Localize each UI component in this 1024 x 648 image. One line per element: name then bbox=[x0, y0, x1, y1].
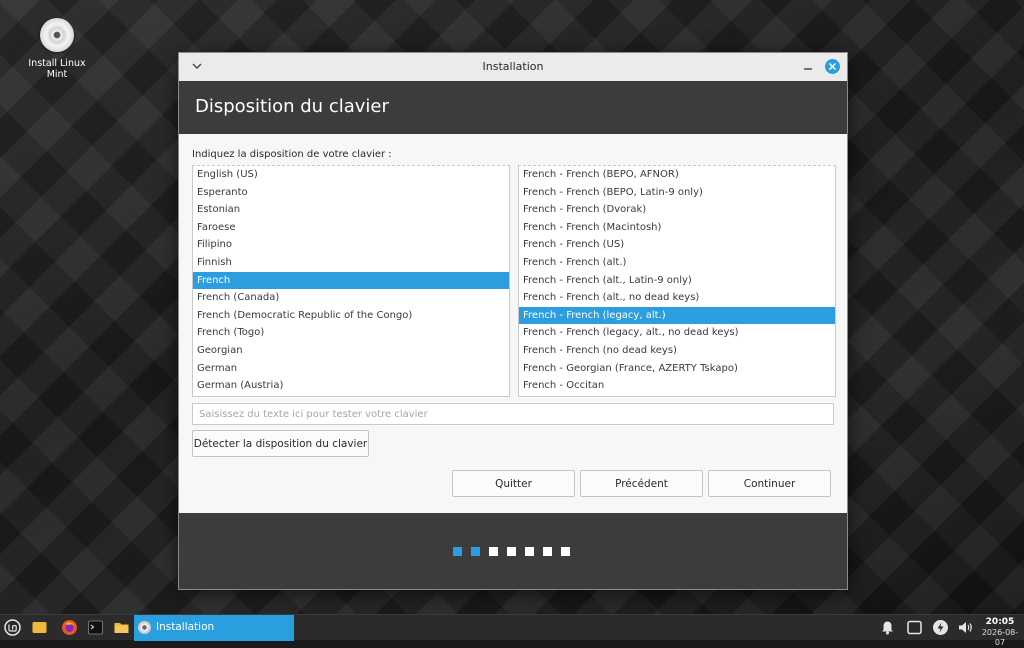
variant-list[interactable]: French - French (BEPO, AFNOR) French - Fr… bbox=[518, 165, 836, 397]
previous-button[interactable]: Précédent bbox=[580, 470, 703, 497]
volume-icon[interactable] bbox=[957, 619, 974, 636]
layout-list-item[interactable]: Filipino bbox=[193, 236, 509, 254]
variant-list-item[interactable]: French - French (alt.) bbox=[519, 254, 835, 272]
page-title: Disposition du clavier bbox=[195, 96, 389, 117]
files-icon[interactable] bbox=[113, 619, 130, 636]
desktop-icon-label: Install Linux Mint bbox=[28, 58, 86, 80]
desktop-icon-install[interactable]: Install Linux Mint bbox=[24, 18, 90, 80]
variant-list-item[interactable]: French - French (US) bbox=[519, 236, 835, 254]
variant-list-item[interactable]: French - Occitan bbox=[519, 377, 835, 395]
terminal-icon[interactable] bbox=[87, 619, 104, 636]
layout-list-item[interactable]: Finnish bbox=[193, 254, 509, 272]
page-header: Disposition du clavier bbox=[179, 81, 847, 134]
variant-list-item[interactable]: French - French (Macintosh) bbox=[519, 219, 835, 237]
notifications-bell-icon[interactable] bbox=[879, 619, 896, 636]
progress-dot bbox=[561, 547, 570, 556]
layout-prompt: Indiquez la disposition de votre clavier… bbox=[192, 149, 392, 160]
minimize-icon[interactable] bbox=[801, 59, 815, 73]
task-label: Installation bbox=[156, 621, 215, 633]
clock-time: 20:05 bbox=[985, 617, 1015, 627]
layout-list[interactable]: English (US) Esperanto Estonian Faroese Fili… bbox=[192, 165, 510, 397]
keyboard-test-input[interactable] bbox=[192, 403, 834, 425]
progress-dot bbox=[453, 547, 462, 556]
quit-button[interactable]: Quitter bbox=[452, 470, 575, 497]
variant-list-item[interactable]: French - French (no dead keys) bbox=[519, 342, 835, 360]
firefox-icon[interactable] bbox=[61, 619, 78, 636]
power-icon[interactable] bbox=[932, 619, 949, 636]
layout-list-item[interactable]: French bbox=[193, 271, 509, 290]
installer-window: Installation Disposition du clavier Indi… bbox=[178, 52, 848, 590]
variant-list-item[interactable]: French - French (alt., Latin-9 only) bbox=[519, 272, 835, 290]
variant-list-item[interactable]: French - French (alt., no dead keys) bbox=[519, 289, 835, 307]
variant-list-item[interactable]: French - French (legacy, alt.) bbox=[519, 306, 835, 325]
progress-dot bbox=[525, 547, 534, 556]
layout-list-item[interactable]: Faroese bbox=[193, 219, 509, 237]
layout-list-item[interactable]: Estonian bbox=[193, 201, 509, 219]
taskbar-task-installation[interactable]: Installation bbox=[134, 615, 294, 641]
layout-list-item[interactable]: French (Canada) bbox=[193, 289, 509, 307]
close-button[interactable] bbox=[825, 59, 840, 74]
clock-date: 2026-08-07 bbox=[981, 628, 1019, 647]
layout-list-item[interactable]: French (Togo) bbox=[193, 324, 509, 342]
taskbar: Installation 20:05 2026-08-07 bbox=[0, 614, 1024, 647]
progress-dot bbox=[471, 547, 480, 556]
progress-dots bbox=[453, 547, 570, 556]
workspace-icon[interactable] bbox=[906, 619, 923, 636]
progress-dot bbox=[489, 547, 498, 556]
variant-list-item[interactable]: French - French (BEPO, AFNOR) bbox=[519, 166, 835, 184]
variant-list-item[interactable]: French - Georgian (France, AZERTY Tskapo… bbox=[519, 360, 835, 378]
cd-icon bbox=[138, 621, 151, 634]
progress-footer bbox=[179, 513, 847, 589]
titlebar[interactable]: Installation bbox=[179, 53, 847, 82]
window-title: Installation bbox=[482, 60, 544, 73]
progress-dot bbox=[507, 547, 516, 556]
cd-icon bbox=[40, 18, 74, 52]
variant-list-item[interactable]: French - French (BEPO, Latin-9 only) bbox=[519, 184, 835, 202]
content-area: Indiquez la disposition de votre clavier… bbox=[179, 134, 847, 513]
layout-list-item[interactable]: German (Austria) bbox=[193, 377, 509, 395]
clock[interactable]: 20:05 2026-08-07 bbox=[978, 617, 1022, 648]
layout-list-item[interactable]: Esperanto bbox=[193, 184, 509, 202]
continue-button[interactable]: Continuer bbox=[708, 470, 831, 497]
mint-menu-icon[interactable] bbox=[4, 619, 21, 636]
variant-list-item[interactable]: French - French (legacy, alt., no dead k… bbox=[519, 324, 835, 342]
layout-list-item[interactable]: English (US) bbox=[193, 166, 509, 184]
detect-layout-button[interactable]: Détecter la disposition du clavier bbox=[192, 430, 369, 457]
close-icon bbox=[828, 62, 837, 71]
variant-list-item[interactable]: French - French (Dvorak) bbox=[519, 201, 835, 219]
layout-list-item[interactable]: German bbox=[193, 360, 509, 378]
layout-list-item[interactable]: Georgian bbox=[193, 342, 509, 360]
layout-list-item[interactable]: French (Democratic Republic of the Congo… bbox=[193, 307, 509, 325]
show-desktop-icon[interactable] bbox=[31, 619, 48, 636]
progress-dot bbox=[543, 547, 552, 556]
